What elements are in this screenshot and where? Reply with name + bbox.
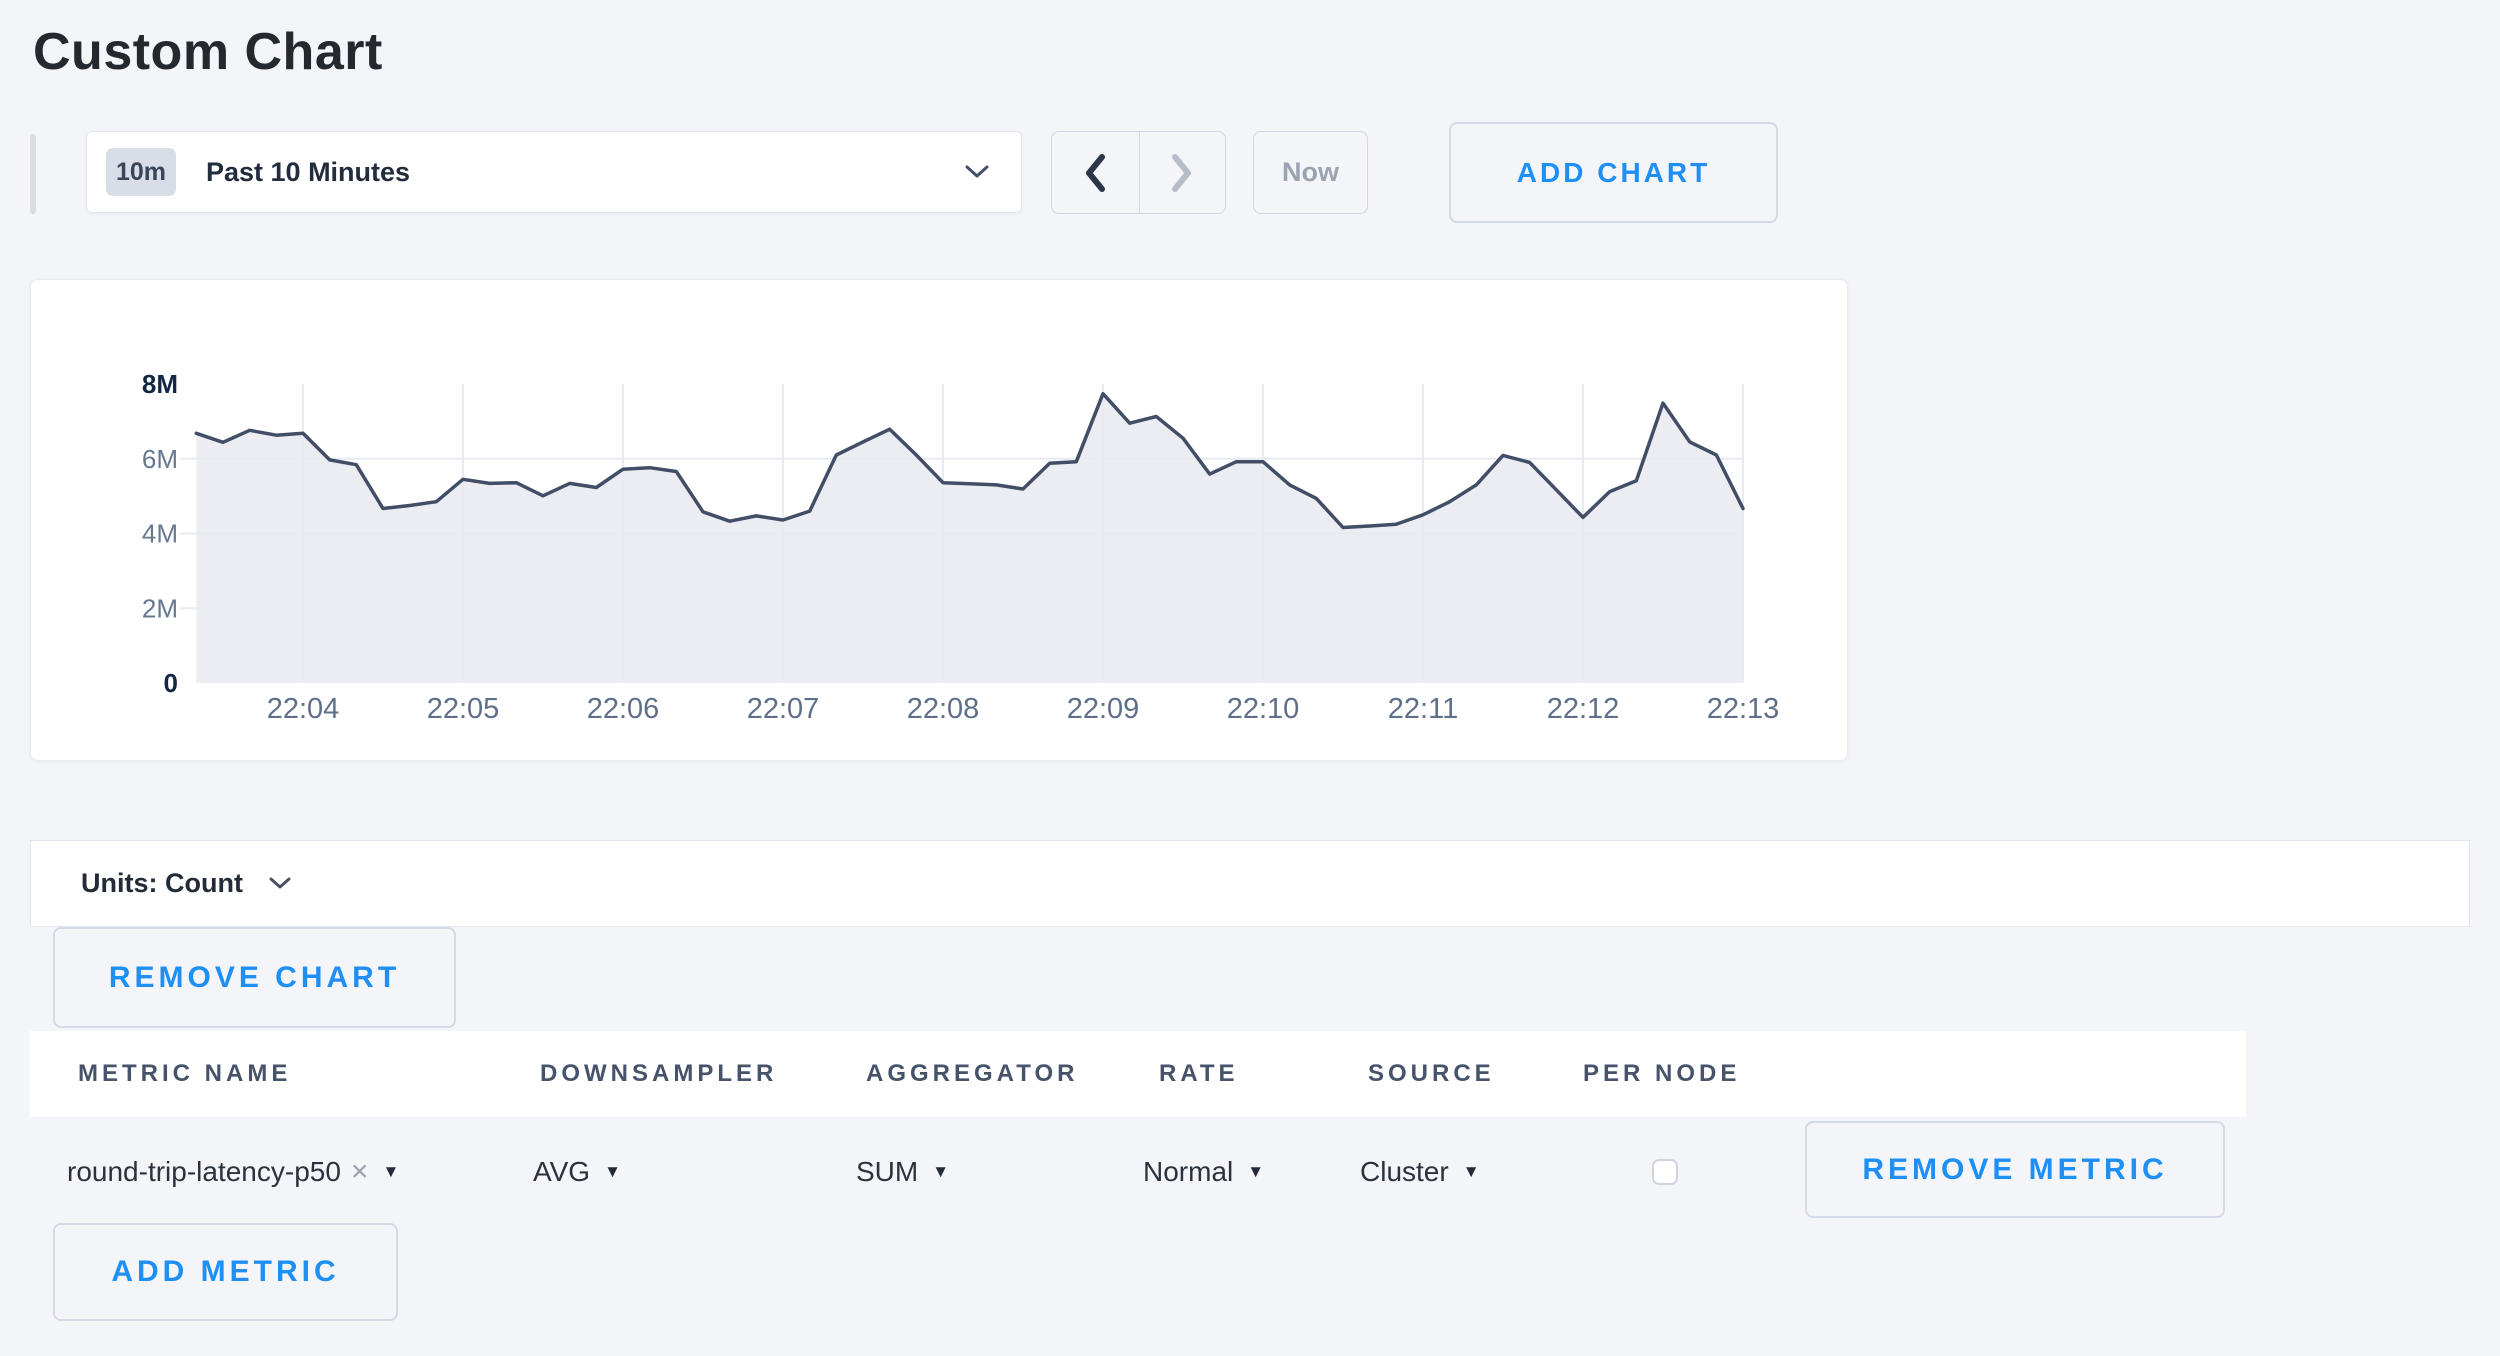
column-rate: RATE (1159, 1060, 1239, 1088)
aggregator-value: SUM (856, 1156, 918, 1188)
time-range-label: Past 10 Minutes (206, 157, 410, 188)
svg-text:22:12: 22:12 (1547, 693, 1620, 725)
time-window-badge: 10m (106, 148, 176, 196)
units-dropdown[interactable]: Units: Count (30, 840, 2470, 927)
prev-time-button[interactable] (1052, 132, 1139, 213)
per-node-checkbox[interactable] (1652, 1159, 1678, 1185)
remove-metric-button[interactable]: REMOVE METRIC (1805, 1121, 2225, 1218)
column-per-node: PER NODE (1583, 1060, 1740, 1088)
next-time-button[interactable] (1139, 132, 1226, 213)
caret-down-icon: ▼ (1247, 1162, 1264, 1182)
svg-text:22:06: 22:06 (587, 693, 660, 725)
now-button[interactable]: Now (1253, 131, 1368, 214)
chevron-down-icon (269, 877, 291, 890)
svg-text:4M: 4M (142, 519, 178, 549)
caret-down-icon: ▼ (932, 1162, 949, 1182)
units-label: Units: Count (81, 868, 243, 899)
svg-text:22:05: 22:05 (427, 693, 500, 725)
svg-text:6M: 6M (142, 444, 178, 474)
column-downsampler: DOWNSAMPLER (540, 1060, 777, 1088)
clear-metric-icon[interactable]: × (351, 1155, 369, 1189)
toolbar-accent-bar (30, 134, 36, 214)
source-dropdown[interactable]: Cluster ▼ (1360, 1152, 1480, 1192)
aggregator-dropdown[interactable]: SUM ▼ (856, 1152, 949, 1192)
remove-chart-button[interactable]: REMOVE CHART (53, 927, 456, 1028)
caret-down-icon: ▼ (604, 1162, 621, 1182)
chevron-down-icon (965, 165, 989, 179)
column-source: SOURCE (1368, 1060, 1495, 1088)
svg-text:22:07: 22:07 (747, 693, 820, 725)
time-range-dropdown[interactable]: 10m Past 10 Minutes (86, 131, 1022, 213)
svg-text:22:08: 22:08 (907, 693, 980, 725)
svg-text:8M: 8M (142, 369, 178, 399)
rate-value: Normal (1143, 1156, 1233, 1188)
metrics-table-header: METRIC NAME DOWNSAMPLER AGGREGATOR RATE … (30, 1031, 2246, 1117)
svg-text:2M: 2M (142, 593, 178, 623)
svg-text:22:11: 22:11 (1388, 693, 1458, 725)
svg-text:0: 0 (164, 668, 178, 698)
caret-down-icon: ▼ (1463, 1162, 1480, 1182)
caret-down-icon: ▼ (382, 1162, 399, 1182)
time-nav-group (1051, 131, 1226, 214)
svg-text:22:13: 22:13 (1707, 693, 1780, 725)
downsampler-dropdown[interactable]: AVG ▼ (533, 1152, 621, 1192)
add-metric-button[interactable]: ADD METRIC (53, 1223, 398, 1321)
page-title: Custom Chart (33, 22, 383, 82)
svg-text:22:04: 22:04 (267, 693, 340, 725)
chevron-left-icon (1082, 152, 1108, 194)
svg-text:22:09: 22:09 (1067, 693, 1140, 725)
source-value: Cluster (1360, 1156, 1449, 1188)
metric-name-dropdown[interactable]: round-trip-latency-p50 × ▼ (67, 1152, 399, 1192)
column-aggregator: AGGREGATOR (866, 1060, 1078, 1088)
svg-text:22:10: 22:10 (1227, 693, 1300, 725)
column-metric-name: METRIC NAME (78, 1060, 291, 1088)
downsampler-value: AVG (533, 1156, 590, 1188)
timeseries-chart: 22:04 22:05 22:06 22:07 22:08 22:09 22:10 22:11… (31, 280, 1849, 762)
rate-dropdown[interactable]: Normal ▼ (1143, 1152, 1264, 1192)
chevron-right-icon (1169, 152, 1195, 194)
add-chart-button[interactable]: ADD CHART (1449, 122, 1778, 223)
metric-name-value: round-trip-latency-p50 (67, 1156, 341, 1188)
chart-card: 22:04 22:05 22:06 22:07 22:08 22:09 22:10 22:11… (30, 279, 1848, 761)
